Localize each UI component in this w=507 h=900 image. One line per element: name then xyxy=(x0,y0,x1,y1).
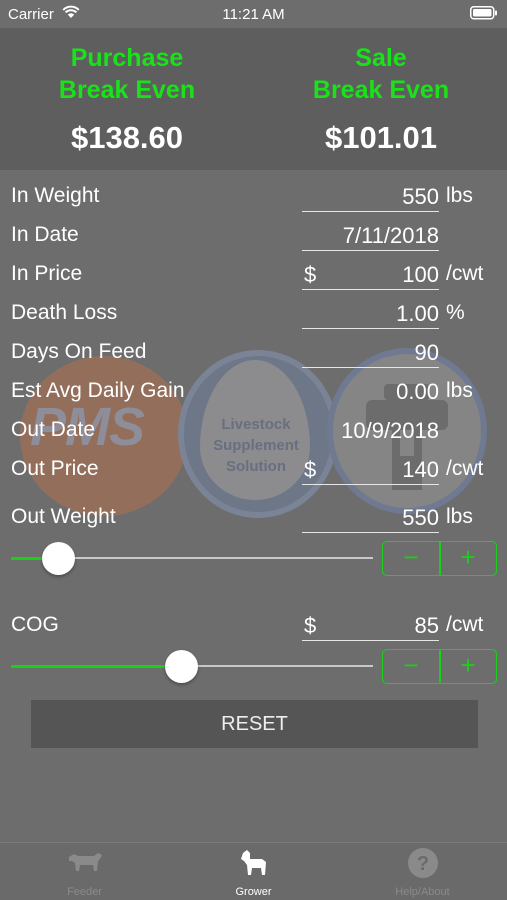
in-date-row: In Date 7/11/2018 xyxy=(0,219,507,255)
cog-row: COG $ 85 /cwt xyxy=(0,609,507,645)
in-weight-label: In Weight xyxy=(11,184,100,207)
sale-break-even-value: $101.01 xyxy=(324,120,438,155)
svg-text:?: ? xyxy=(417,853,429,875)
in-price-prefix: $ xyxy=(304,262,317,287)
purchase-title-line1: Purchase xyxy=(70,44,184,72)
tab-feeder-label: Feeder xyxy=(67,886,102,898)
in-weight-value: 550 xyxy=(402,184,439,209)
out-price-row: Out Price $ 140 /cwt xyxy=(0,453,507,489)
in-weight-field[interactable]: 550 xyxy=(302,182,439,212)
out-price-field[interactable]: $ 140 xyxy=(302,455,439,485)
tab-grower[interactable]: Grower xyxy=(169,843,338,900)
in-date-field[interactable]: 7/11/2018 xyxy=(302,221,439,251)
est-adg-row: Est Avg Daily Gain 0.00 lbs xyxy=(0,375,507,411)
in-date-label: In Date xyxy=(11,223,79,246)
est-adg-field: 0.00 xyxy=(302,377,439,407)
death-loss-field[interactable]: 1.00 xyxy=(302,299,439,329)
in-price-label: In Price xyxy=(11,262,83,285)
battery-icon xyxy=(470,6,498,25)
out-price-label: Out Price xyxy=(11,457,99,480)
death-loss-label: Death Loss xyxy=(11,301,118,324)
out-weight-slider[interactable] xyxy=(11,539,373,577)
status-bar: Carrier 11:21 AM xyxy=(0,0,507,28)
death-loss-value: 1.00 xyxy=(396,301,439,326)
cog-label: COG xyxy=(11,613,59,636)
out-price-prefix: $ xyxy=(304,457,317,482)
out-date-field: 10/9/2018 xyxy=(302,416,439,446)
out-price-unit: /cwt xyxy=(446,457,484,480)
days-on-feed-field[interactable]: 90 xyxy=(302,338,439,368)
in-price-row: In Price $ 100 /cwt xyxy=(0,258,507,294)
out-weight-value: 550 xyxy=(402,505,439,530)
tab-help-about-label: Help/About xyxy=(395,886,450,898)
death-loss-row: Death Loss 1.00 % xyxy=(0,297,507,333)
cog-slider-fill xyxy=(11,665,182,668)
sale-title-line2: Break Even xyxy=(312,76,450,104)
tab-bar: Feeder Grower ? Help/About xyxy=(0,842,507,900)
calf-icon xyxy=(241,850,266,875)
cog-minus-button[interactable]: − xyxy=(383,650,439,683)
in-weight-unit: lbs xyxy=(446,184,473,207)
est-adg-unit: lbs xyxy=(446,379,473,402)
out-date-label: Out Date xyxy=(11,418,96,441)
cog-slider[interactable] xyxy=(11,647,373,685)
out-price-value: 140 xyxy=(402,457,439,482)
out-weight-row: Out Weight 550 lbs xyxy=(0,501,507,537)
cog-slider-thumb[interactable] xyxy=(164,650,198,683)
purchase-break-even-value: $138.60 xyxy=(70,120,184,155)
est-adg-value: 0.00 xyxy=(396,379,439,404)
in-price-unit: /cwt xyxy=(446,262,484,285)
tab-grower-label: Grower xyxy=(235,886,272,898)
question-icon: ? xyxy=(408,848,438,878)
out-weight-plus-button[interactable]: + xyxy=(440,542,496,575)
out-weight-label: Out Weight xyxy=(11,505,116,528)
cog-field[interactable]: $ 85 xyxy=(302,611,439,641)
cog-prefix: $ xyxy=(304,613,317,638)
cog-stepper: − + xyxy=(382,649,497,684)
tab-help-about[interactable]: ? Help/About xyxy=(338,843,507,900)
days-on-feed-row: Days On Feed 90 xyxy=(0,336,507,372)
purchase-break-even: Purchase Break Even $138.60 xyxy=(0,42,254,156)
purchase-title-line2: Break Even xyxy=(58,76,196,104)
days-on-feed-value: 90 xyxy=(414,340,439,365)
out-weight-unit: lbs xyxy=(446,505,473,528)
est-adg-label: Est Avg Daily Gain xyxy=(11,379,185,402)
out-weight-slider-thumb[interactable] xyxy=(41,542,75,575)
cog-plus-button[interactable]: + xyxy=(440,650,496,683)
in-date-value: 7/11/2018 xyxy=(342,223,439,248)
break-even-header: Purchase Break Even $138.60 Sale Break E… xyxy=(0,28,507,170)
in-price-field[interactable]: $ 100 xyxy=(302,260,439,290)
tab-feeder[interactable]: Feeder xyxy=(0,843,169,900)
death-loss-unit: % xyxy=(446,301,465,324)
out-weight-minus-button[interactable]: − xyxy=(383,542,439,575)
in-weight-row: In Weight 550 lbs xyxy=(0,180,507,216)
cow-icon xyxy=(69,853,102,871)
out-date-row: Out Date 10/9/2018 xyxy=(0,414,507,450)
out-weight-stepper: − + xyxy=(382,541,497,576)
out-weight-slider-track xyxy=(58,557,373,559)
cog-value: 85 xyxy=(414,613,439,638)
reset-button[interactable]: RESET xyxy=(31,700,478,748)
cog-slider-track xyxy=(181,665,373,667)
sale-title-line1: Sale xyxy=(355,44,407,72)
in-price-value: 100 xyxy=(402,262,439,287)
out-date-value: 10/9/2018 xyxy=(341,418,439,443)
status-time: 11:21 AM xyxy=(222,6,285,23)
days-on-feed-label: Days On Feed xyxy=(11,340,147,363)
out-weight-field[interactable]: 550 xyxy=(302,503,439,533)
sale-break-even: Sale Break Even $101.01 xyxy=(254,42,507,156)
cog-unit: /cwt xyxy=(446,613,484,636)
